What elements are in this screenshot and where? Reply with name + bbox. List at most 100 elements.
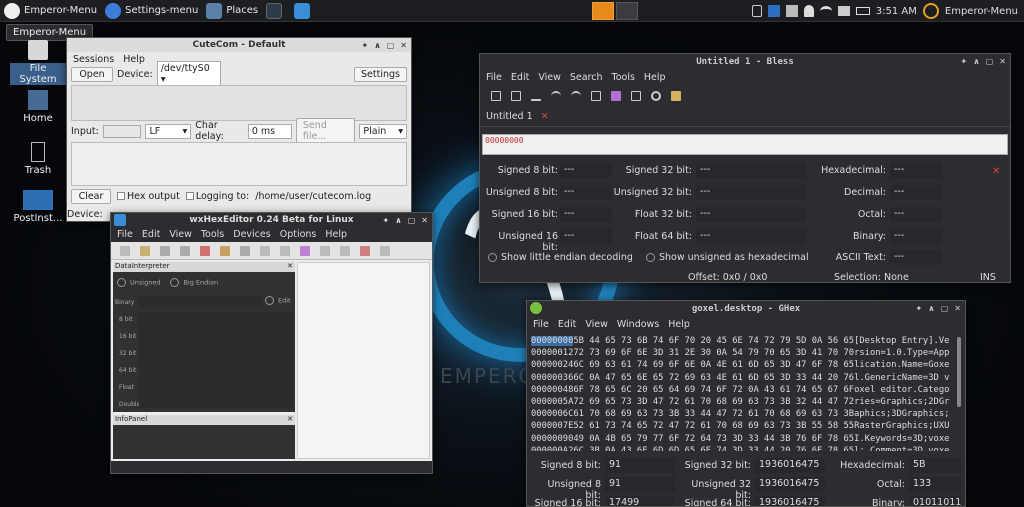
hex-ascii[interactable]: I.Keywords=3D;voxe: [854, 434, 949, 444]
hex-ascii[interactable]: l;.Comment=3D voxe: [854, 446, 949, 451]
log-path[interactable]: /home/user/cutecom.log: [255, 191, 371, 202]
title-bar[interactable]: wxHexEditor 0.24 Beta for Linux ✦ ∧ ▢ ✕: [111, 213, 432, 227]
hex-ascii[interactable]: l.GenericName=3D v: [854, 373, 949, 383]
desktop-icon-home[interactable]: Home: [10, 90, 66, 124]
clock[interactable]: 3:51 AM: [876, 6, 917, 17]
wxhex-launcher[interactable]: [290, 0, 318, 22]
title-bar[interactable]: goxel.desktop - GHex ✦ ∧ ▢ ✕: [527, 301, 965, 317]
hex-bytes[interactable]: 52 61 73 74 65 72 47 72 61 70 68 69 63 7…: [573, 421, 854, 431]
hex-view-area[interactable]: [297, 262, 430, 459]
hex-row[interactable]: 000000246C 69 63 61 74 69 6F 6E 0A 4E 61…: [531, 359, 957, 371]
menu-file[interactable]: File: [533, 319, 549, 330]
format-select[interactable]: Plain ▾: [359, 123, 408, 139]
close-icon[interactable]: ✕: [954, 304, 961, 313]
paste-icon[interactable]: [320, 245, 330, 256]
paste-icon[interactable]: [631, 91, 641, 101]
minimize-icon[interactable]: ∧: [374, 41, 381, 50]
hex-row[interactable]: 0000009049 0A 4B 65 79 77 6F 72 64 73 3D…: [531, 433, 957, 445]
volume-icon[interactable]: [837, 6, 850, 16]
hex-ascii[interactable]: [Desktop Entry].Ve: [854, 336, 949, 346]
menu-tools[interactable]: Tools: [201, 229, 224, 240]
close-tab-icon[interactable]: ✕: [541, 111, 549, 122]
delete-icon[interactable]: [360, 245, 370, 256]
pin-icon[interactable]: ✦: [961, 57, 968, 66]
hex-bytes[interactable]: 72 69 65 73 3D 47 72 61 70 68 69 63 73 3…: [573, 397, 854, 407]
maximize-icon[interactable]: ▢: [986, 57, 994, 66]
hex-bytes[interactable]: 6F 78 65 6C 20 65 64 69 74 6F 72 0A 43 6…: [573, 385, 854, 395]
device-select[interactable]: /dev/ttyS0 ▾: [156, 61, 221, 87]
copy-icon[interactable]: [300, 245, 310, 256]
find-icon[interactable]: [220, 245, 230, 256]
copy-icon[interactable]: [611, 91, 621, 101]
cut-icon[interactable]: [340, 245, 350, 256]
menu-view[interactable]: View: [585, 319, 608, 330]
close-icon[interactable]: ✕: [421, 216, 428, 225]
open-button[interactable]: Open: [71, 66, 113, 82]
input-field[interactable]: [102, 124, 142, 138]
dropbox-icon[interactable]: [785, 5, 798, 17]
menu-edit[interactable]: Edit: [558, 319, 576, 330]
hex-row[interactable]: 0000006C61 70 68 69 63 73 3B 33 44 47 72…: [531, 408, 957, 420]
desktop-icon-postinstall[interactable]: PostInst...: [10, 190, 66, 224]
undo-icon[interactable]: [260, 245, 270, 256]
find-icon[interactable]: [651, 91, 661, 101]
char-delay-spinner[interactable]: 0 ms: [247, 123, 292, 139]
output-area[interactable]: [71, 85, 407, 121]
settings-button[interactable]: Settings: [354, 66, 407, 82]
menu-help[interactable]: Help: [644, 72, 666, 83]
menu-options[interactable]: Options: [280, 229, 317, 240]
menu-view[interactable]: View: [169, 229, 192, 240]
menu-windows[interactable]: Windows: [617, 319, 659, 330]
redo-icon[interactable]: [571, 91, 581, 101]
hex-editor-area[interactable]: 00000000: [482, 134, 1008, 155]
hex-view[interactable]: 000000005B 44 65 73 6B 74 6F 70 20 45 6E…: [531, 335, 957, 451]
hex-row[interactable]: 000000005B 44 65 73 6B 74 6F 70 20 45 6E…: [531, 335, 957, 347]
binary-field[interactable]: [139, 296, 263, 308]
emperor-logo-icon-right[interactable]: [922, 3, 939, 19]
redo-icon[interactable]: [280, 245, 290, 256]
network-icon[interactable]: [767, 5, 780, 17]
menu-search[interactable]: Search: [570, 72, 603, 83]
open-icon[interactable]: [140, 245, 150, 256]
hex-output-checkbox[interactable]: Hex output: [117, 191, 180, 202]
emperor-menu-button[interactable]: Emperor-Menu: [0, 0, 101, 22]
cut-icon[interactable]: [591, 91, 601, 101]
hex-bytes[interactable]: 72 73 69 6F 6E 3D 31 2E 30 0A 54 79 70 6…: [573, 348, 854, 358]
hex-row[interactable]: 000000A26C 3B 0A 43 6F 6D 6D 65 6E 74 3D…: [531, 445, 957, 451]
hex-bytes[interactable]: 49 0A 4B 65 79 77 6F 72 64 73 3D 33 44 3…: [573, 434, 854, 444]
close-icon[interactable]: ✕: [287, 415, 293, 423]
battery-icon[interactable]: [855, 7, 870, 15]
scrollbar[interactable]: [957, 337, 961, 407]
hex-row[interactable]: 0000001272 73 69 6F 6E 3D 31 2E 30 0A 54…: [531, 347, 957, 359]
hex-bytes[interactable]: 61 70 68 69 63 73 3B 33 44 47 72 61 70 6…: [573, 409, 854, 419]
menu-edit[interactable]: Edit: [511, 72, 529, 83]
hex-ascii[interactable]: rsion=1.0.Type=App: [854, 348, 949, 358]
maximize-icon[interactable]: ▢: [941, 304, 949, 313]
hex-bytes[interactable]: 6C 69 63 61 74 69 6F 6E 0A 4E 61 6D 65 3…: [573, 360, 854, 370]
menu-help[interactable]: Help: [668, 319, 690, 330]
menu-help[interactable]: Help: [123, 54, 145, 65]
hex-ascii[interactable]: oxel editor.Catego: [854, 385, 949, 395]
menu-devices[interactable]: Devices: [233, 229, 270, 240]
hex-ascii[interactable]: aphics;3DGraphics;: [854, 409, 949, 419]
hex-row[interactable]: 0000005A72 69 65 73 3D 47 72 61 70 68 69…: [531, 396, 957, 408]
hex-bytes[interactable]: 6C 3B 0A 43 6F 6D 6D 65 6E 74 3D 33 44 2…: [573, 446, 854, 451]
menu-edit[interactable]: Edit: [142, 229, 160, 240]
menu-file[interactable]: File: [117, 229, 133, 240]
minimize-icon[interactable]: ∧: [973, 57, 980, 66]
hex-ascii[interactable]: RasterGraphics;UXU: [854, 421, 949, 431]
new-icon[interactable]: [491, 91, 501, 101]
new-icon[interactable]: [120, 245, 130, 256]
close-icon[interactable]: ✕: [400, 41, 407, 50]
workspace-2[interactable]: [616, 2, 638, 20]
hex-bytes[interactable]: 5B 44 65 73 6B 74 6F 70 20 45 6E 74 72 7…: [573, 336, 854, 346]
clear-button[interactable]: Clear: [71, 188, 111, 204]
open-icon[interactable]: [511, 91, 521, 101]
save-icon[interactable]: [160, 245, 170, 256]
unsigned-hex-radio[interactable]: Show unsigned as hexadecimal: [646, 252, 809, 263]
menu-view[interactable]: View: [538, 72, 561, 83]
places-button[interactable]: Places: [202, 0, 262, 22]
menu-file[interactable]: File: [486, 72, 502, 83]
maximize-icon[interactable]: ▢: [408, 216, 416, 225]
values-area[interactable]: [139, 312, 293, 408]
